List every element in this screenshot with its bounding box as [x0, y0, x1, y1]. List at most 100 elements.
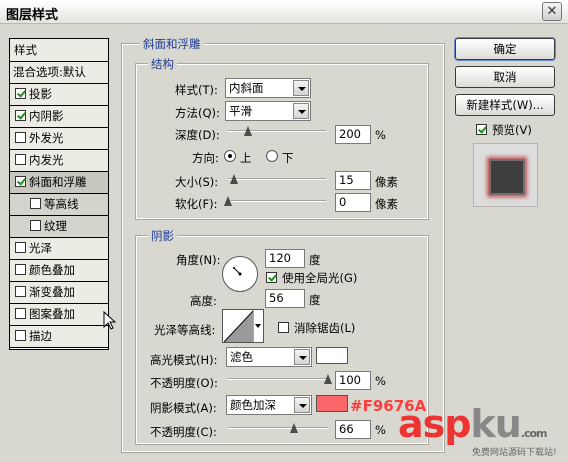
depth-slider-thumb[interactable] [243, 126, 252, 137]
size-input[interactable]: 15 [335, 171, 371, 190]
style-item-label: 等高线 [44, 197, 79, 211]
style-item-label: 渐变叠加 [29, 285, 75, 299]
global-light-checkbox[interactable] [266, 272, 277, 283]
size-label: 大小(S): [175, 175, 219, 189]
cancel-button[interactable]: 取消 [455, 66, 555, 88]
style-item-label: 内阴影 [29, 109, 64, 123]
depth-label: 深度(D): [175, 128, 220, 142]
style-item[interactable]: 内发光 [10, 150, 108, 172]
new-style-button[interactable]: 新建样式(W)... [455, 94, 555, 116]
depth-input[interactable]: 200 [335, 125, 371, 144]
soften-input[interactable]: 0 [335, 193, 371, 212]
style-item[interactable]: 光泽 [10, 238, 108, 260]
direction-up-radio[interactable] [224, 150, 236, 162]
size-slider[interactable] [228, 174, 326, 185]
highlight-mode-label: 高光模式(H): [150, 353, 218, 367]
mouse-cursor-icon [103, 310, 117, 330]
shadow-opacity-thumb[interactable] [290, 423, 298, 434]
highlight-opacity-slider[interactable] [228, 374, 332, 385]
highlight-opacity-thumb[interactable] [324, 374, 332, 385]
preview-checkbox[interactable] [476, 124, 487, 135]
chevron-down-icon [253, 310, 262, 342]
style-item-label: 投影 [29, 87, 52, 101]
crosshair-icon [233, 267, 242, 276]
style-item[interactable]: 颜色叠加 [10, 260, 108, 282]
style-preview [473, 143, 538, 207]
shadow-opacity-unit: % [375, 423, 386, 437]
soften-slider[interactable] [224, 196, 326, 207]
highlight-color-swatch[interactable] [316, 347, 348, 364]
style-item[interactable]: 内阴影 [10, 106, 108, 128]
style-item[interactable]: 图案叠加 [10, 304, 108, 326]
highlight-opacity-label: 不透明度(O): [150, 376, 218, 390]
highlight-mode-dropdown[interactable]: 滤色 [226, 347, 312, 367]
depth-slider[interactable] [228, 126, 326, 137]
size-unit: 像素 [375, 175, 398, 189]
anti-aliased-checkbox[interactable] [278, 322, 289, 333]
style-item-label: 纹理 [44, 219, 67, 233]
shadow-opacity-input[interactable]: 66 [335, 420, 371, 439]
window-title: 图层样式 [6, 8, 59, 23]
direction-down-radio[interactable] [266, 150, 278, 162]
shadow-mode-label: 阴影模式(A): [150, 401, 217, 415]
style-item-checkbox[interactable] [15, 242, 26, 253]
shadow-opacity-label: 不透明度(C): [150, 425, 217, 439]
style-item[interactable]: 渐变叠加 [10, 282, 108, 304]
altitude-label: 高度: [190, 294, 217, 308]
technique-dropdown[interactable]: 平滑 [225, 101, 311, 121]
style-item-checkbox[interactable] [15, 264, 26, 275]
gloss-contour-label: 光泽等高线: [154, 323, 216, 337]
direction-down-label: 下 [282, 151, 294, 165]
style-item-checkbox[interactable] [15, 110, 26, 121]
shadow-mode-value: 颜色加深 [230, 398, 276, 412]
shadow-mode-dropdown[interactable]: 颜色加深 [226, 395, 312, 415]
style-item-label: 外发光 [29, 131, 64, 145]
angle-label: 角度(N): [176, 253, 221, 267]
ok-button[interactable]: 确定 [454, 37, 556, 61]
anti-aliased-label[interactable]: 消除锯齿(L) [294, 320, 355, 336]
style-item[interactable]: 描边 [10, 326, 108, 348]
soften-unit: 像素 [375, 197, 398, 211]
style-item-checkbox[interactable] [15, 88, 26, 99]
preview-thumbnail [489, 159, 525, 195]
style-item[interactable]: 纹理 [10, 216, 108, 238]
soften-slider-thumb[interactable] [224, 196, 232, 207]
angle-input[interactable]: 120 [265, 249, 305, 268]
size-slider-thumb[interactable] [229, 174, 238, 185]
structure-title: 结构 [148, 56, 177, 72]
style-item-checkbox[interactable] [15, 330, 26, 341]
watermark-tagline: 免费网站源码下载站! [472, 448, 557, 458]
style-item-checkbox[interactable] [15, 154, 26, 165]
style-item-checkbox[interactable] [15, 286, 26, 297]
highlight-mode-value: 滤色 [230, 350, 253, 364]
style-item[interactable]: 斜面和浮雕 [10, 172, 108, 194]
bevel-emboss-title: 斜面和浮雕 [140, 36, 204, 52]
global-light-label[interactable]: 使用全局光(G) [282, 270, 357, 286]
direction-label: 方向: [192, 151, 219, 165]
technique-label: 方法(Q): [175, 106, 220, 120]
shadow-color-swatch[interactable] [316, 395, 348, 412]
style-item[interactable]: 投影 [10, 84, 108, 106]
style-item-checkbox[interactable] [30, 198, 41, 209]
close-button[interactable]: ✕ [542, 2, 562, 21]
style-dropdown[interactable]: 内斜面 [225, 78, 311, 98]
altitude-input[interactable]: 56 [265, 289, 305, 308]
highlight-opacity-input[interactable]: 100 [335, 371, 371, 390]
style-value: 内斜面 [229, 81, 264, 95]
preview-label[interactable]: 预览(V) [492, 122, 532, 138]
style-label: 样式(T): [175, 83, 218, 97]
style-item[interactable]: 等高线 [10, 194, 108, 216]
style-item-label: 光泽 [29, 241, 52, 255]
style-item[interactable]: 外发光 [10, 128, 108, 150]
style-item-checkbox[interactable] [15, 308, 26, 319]
gloss-contour-picker[interactable] [222, 309, 264, 343]
style-item-checkbox[interactable] [15, 176, 26, 187]
soften-label: 软化(F): [175, 197, 218, 211]
shading-title: 阴影 [148, 228, 177, 244]
style-item-checkbox[interactable] [15, 132, 26, 143]
angle-dial[interactable] [222, 256, 258, 292]
chevron-down-icon [293, 103, 309, 119]
blend-options-item[interactable]: 混合选项:默认 [10, 62, 108, 84]
shadow-opacity-slider[interactable] [228, 423, 328, 434]
style-item-checkbox[interactable] [30, 220, 41, 231]
